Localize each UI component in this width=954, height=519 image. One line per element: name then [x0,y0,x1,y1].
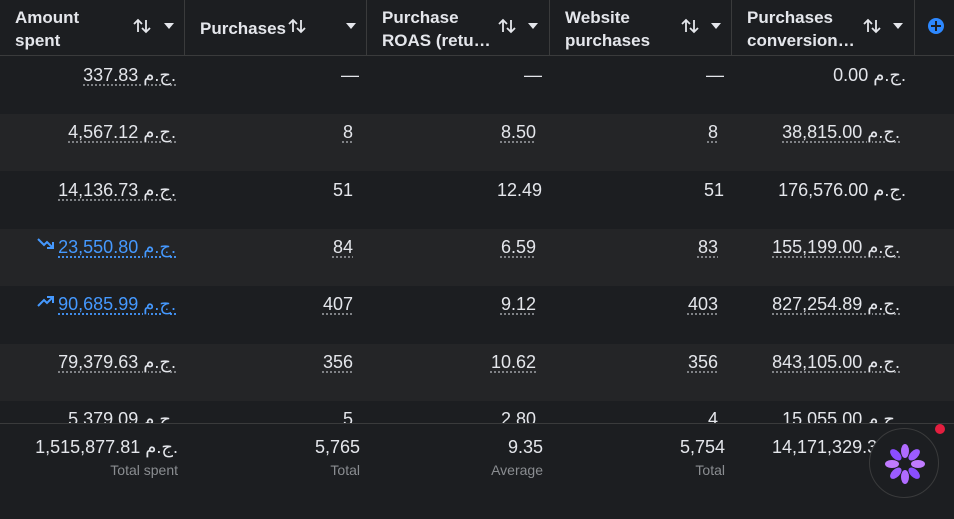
total-website-purchases-label: Total [695,462,725,478]
column-header-purchases-conversion[interactable]: Purchases conversion… [732,0,915,56]
amount-spent-cell[interactable]: 79,379.63 ج.م. [58,352,176,372]
column-label: Purchases [200,19,286,38]
purchases-cell[interactable]: 84 [333,237,353,257]
total-purchases-label: Total [330,462,360,478]
caret-down-icon[interactable] [893,23,903,29]
amount-spent-cell[interactable]: 23,550.80 ج.م. [58,237,176,257]
average-roas: 9.35 [507,437,543,457]
amount-spent-cell[interactable]: 14,136.73 ج.م. [58,180,176,200]
total-website-purchases: 5,754 [679,437,725,457]
column-header-purchase-roas[interactable]: Purchase ROAS (retu… [367,0,550,56]
total-purchases: 5,765 [314,437,360,457]
conversion-value-cell[interactable]: 15,055.00 ج.م. [782,409,900,423]
amount-spent-cell[interactable]: 337.83 ج.م. [83,65,176,85]
caret-down-icon[interactable] [711,23,721,29]
roas-cell[interactable]: 6.59 [501,237,536,257]
website-purchases-cell[interactable]: 356 [688,352,718,372]
column-label: Purchase [382,8,459,27]
roas-cell[interactable]: 2.80 [501,409,536,423]
table-row[interactable]: 337.83 ج.م. — — — 0.00 ج.م. [0,57,954,114]
roas-cell[interactable]: 9.12 [501,294,536,314]
website-purchases-cell[interactable]: 83 [698,237,718,257]
website-purchases-cell[interactable]: 4 [708,409,718,423]
ai-assistant-icon [885,444,925,484]
column-label: ROAS (retu… [382,31,491,50]
column-label: Purchases [747,8,833,27]
website-purchases-cell[interactable]: 8 [708,122,718,142]
table-body: 337.83 ج.م. — — — 0.00 ج.م. 4,567.12 ج.م… [0,57,954,423]
table-row[interactable]: 79,379.63 ج.م. 356 10.62 356 843,105.00 … [0,344,954,401]
caret-down-icon[interactable] [346,23,356,29]
amount-spent-cell[interactable]: 4,567.12 ج.م. [68,122,176,142]
roas-cell: 12.49 [496,180,542,200]
conversion-value-cell[interactable]: 155,199.00 ج.م. [772,237,900,257]
table-header: Amount spent Purchases Purchase ROAS (re… [0,0,954,56]
purchases-cell[interactable]: 8 [343,122,353,142]
website-purchases-cell: 51 [703,180,724,200]
table-row[interactable]: 4,567.12 ج.م. 8 8.50 8 38,815.00 ج.م. [0,114,954,171]
conversion-value-cell: 176,576.00 ج.م. [778,180,906,200]
website-purchases-cell: — [706,65,724,85]
purchases-cell[interactable]: 407 [323,294,353,314]
ai-assistant-button[interactable] [869,428,939,498]
table-row[interactable]: 23,550.80 ج.م. 84 6.59 83 155,199.00 ج.م… [0,229,954,286]
table-row[interactable]: 5,379.09 ج.م. 5 2.80 4 15,055.00 ج.م. [0,401,954,423]
purchases-cell: 51 [332,180,353,200]
sort-arrows-icon[interactable] [680,17,700,35]
table-row[interactable]: 90,685.99 ج.م. 407 9.12 403 827,254.89 ج… [0,286,954,343]
sort-arrows-icon[interactable] [287,17,307,35]
amount-spent-cell[interactable]: 90,685.99 ج.م. [58,294,176,314]
table-footer-totals: 1,515,877.81 ج.م. Total spent 5,765 Tota… [0,423,954,519]
trend-down-icon [37,238,54,249]
add-column-icon[interactable] [928,18,944,34]
caret-down-icon[interactable] [528,23,538,29]
caret-down-icon[interactable] [164,23,174,29]
total-amount-spent-label: Total spent [110,462,178,478]
conversion-value-cell[interactable]: 843,105.00 ج.م. [772,352,900,372]
average-roas-label: Average [491,462,543,478]
amount-spent-cell[interactable]: 5,379.09 ج.م. [68,409,176,423]
purchases-cell[interactable]: 5 [343,409,353,423]
roas-cell[interactable]: 10.62 [491,352,536,372]
purchases-cell: — [341,65,359,85]
sort-arrows-icon[interactable] [497,17,517,35]
column-label: conversion… [747,31,855,50]
conversion-value-cell[interactable]: 38,815.00 ج.م. [782,122,900,142]
conversion-value-cell[interactable]: 827,254.89 ج.م. [772,294,900,314]
total-amount-spent: 1,515,877.81 ج.م. [35,437,178,457]
table-row[interactable]: 14,136.73 ج.م. 51 12.49 51 176,576.00 ج.… [0,172,954,229]
notification-dot [935,424,945,434]
column-header-amount-spent[interactable]: Amount spent [0,0,185,56]
website-purchases-cell[interactable]: 403 [688,294,718,314]
sort-arrows-icon[interactable] [862,17,882,35]
purchases-cell[interactable]: 356 [323,352,353,372]
column-header-purchases[interactable]: Purchases [185,0,367,56]
trend-up-icon [37,296,54,307]
column-header-website-purchases[interactable]: Website purchases [550,0,732,56]
sort-arrows-icon[interactable] [132,17,152,35]
roas-cell: — [524,65,542,85]
conversion-value-cell: 0.00 ج.م. [833,65,906,85]
roas-cell[interactable]: 8.50 [501,122,536,142]
